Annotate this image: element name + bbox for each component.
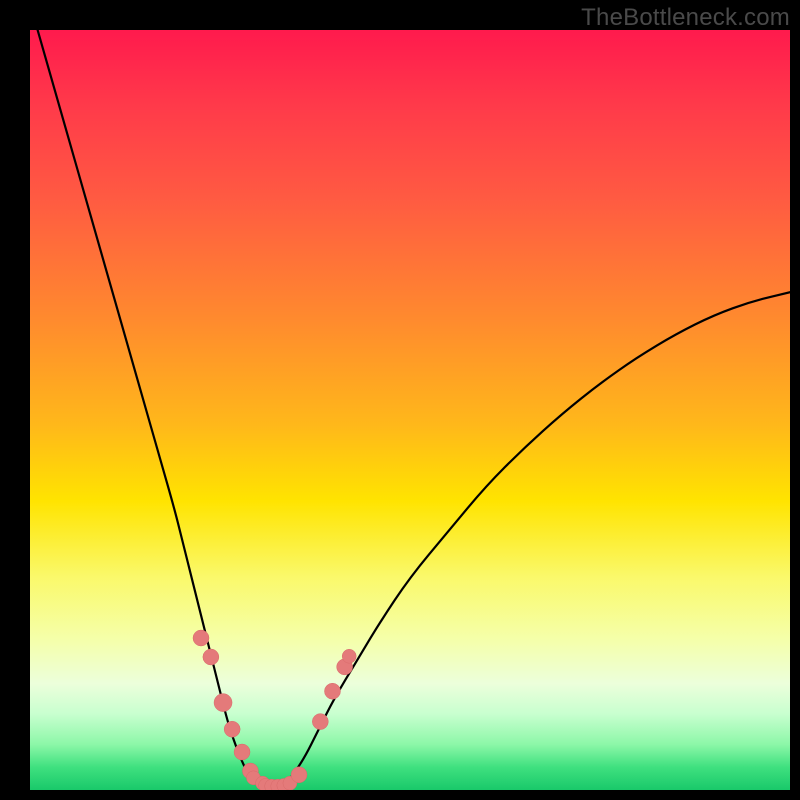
highlight-dot	[193, 630, 209, 646]
highlight-dot	[291, 767, 307, 783]
chart-svg	[30, 30, 790, 790]
highlight-dot	[224, 721, 240, 737]
highlight-dot	[324, 683, 340, 699]
watermark-text: TheBottleneck.com	[581, 4, 790, 32]
highlight-dot	[312, 714, 328, 730]
highlight-dot	[203, 649, 219, 665]
highlight-dots-group	[193, 630, 356, 790]
highlight-dot	[234, 744, 250, 760]
plot-area	[30, 30, 790, 790]
chart-frame: TheBottleneck.com	[0, 0, 800, 800]
highlight-dot	[342, 649, 356, 663]
bottleneck-curve	[38, 30, 790, 786]
highlight-dot	[214, 694, 232, 712]
